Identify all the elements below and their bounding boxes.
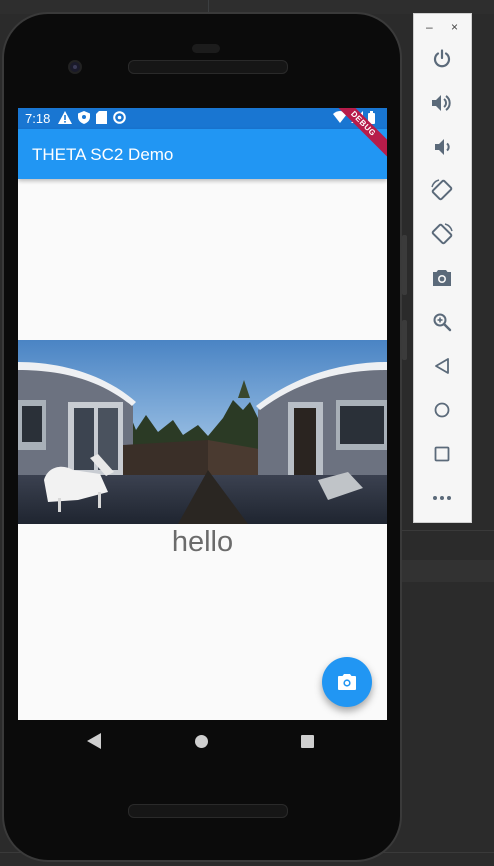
more-icon xyxy=(433,496,451,500)
rotate-left-button[interactable] xyxy=(429,177,455,203)
volume-up-button[interactable] xyxy=(429,90,455,116)
bottom-speaker xyxy=(128,804,288,818)
status-time: 7:18 xyxy=(25,111,51,126)
volume-up-icon xyxy=(432,95,451,111)
device-screen: 7:18 THETA SC2 Demo DEBUG hello xyxy=(18,108,387,720)
sd-card-icon xyxy=(96,111,107,124)
close-button[interactable]: × xyxy=(451,20,458,34)
zoom-icon xyxy=(433,313,452,332)
phone-side-button xyxy=(402,235,407,295)
zoom-button[interactable] xyxy=(429,309,455,335)
warning-icon xyxy=(58,111,72,124)
emulator-toolbar: – × xyxy=(413,13,472,523)
panorama-image xyxy=(18,340,387,524)
screenshot-camera-icon xyxy=(433,270,451,286)
camera-icon xyxy=(338,674,356,690)
minimize-button[interactable]: – xyxy=(426,20,433,34)
nav-back-button[interactable] xyxy=(87,733,101,749)
rotate-right-button[interactable] xyxy=(429,221,455,247)
back-icon xyxy=(435,358,449,374)
volume-down-button[interactable] xyxy=(429,134,455,160)
app-title: THETA SC2 Demo xyxy=(32,145,174,164)
overview-button[interactable] xyxy=(429,441,455,467)
nav-home-button[interactable] xyxy=(195,735,208,748)
status-bar: 7:18 xyxy=(18,108,387,129)
hello-text: hello xyxy=(171,526,234,558)
more-button[interactable] xyxy=(429,485,455,511)
app-bar: THETA SC2 Demo xyxy=(18,129,387,179)
data-saver-icon xyxy=(113,111,126,124)
front-camera xyxy=(68,60,82,74)
power-button[interactable] xyxy=(429,46,455,72)
back-button[interactable] xyxy=(429,353,455,379)
screenshot-button[interactable] xyxy=(429,265,455,291)
top-speaker xyxy=(128,60,288,74)
power-icon xyxy=(433,49,451,68)
home-icon xyxy=(434,402,450,418)
phone-side-button xyxy=(402,320,407,360)
rotate-left-icon xyxy=(431,179,453,201)
overview-icon xyxy=(434,446,450,462)
shield-icon xyxy=(78,111,90,124)
phone-notch xyxy=(192,44,220,53)
volume-down-icon xyxy=(435,139,450,155)
take-picture-button[interactable] xyxy=(322,657,372,707)
nav-recents-button[interactable] xyxy=(301,735,314,748)
home-button[interactable] xyxy=(429,397,455,423)
rotate-right-icon xyxy=(431,223,453,245)
